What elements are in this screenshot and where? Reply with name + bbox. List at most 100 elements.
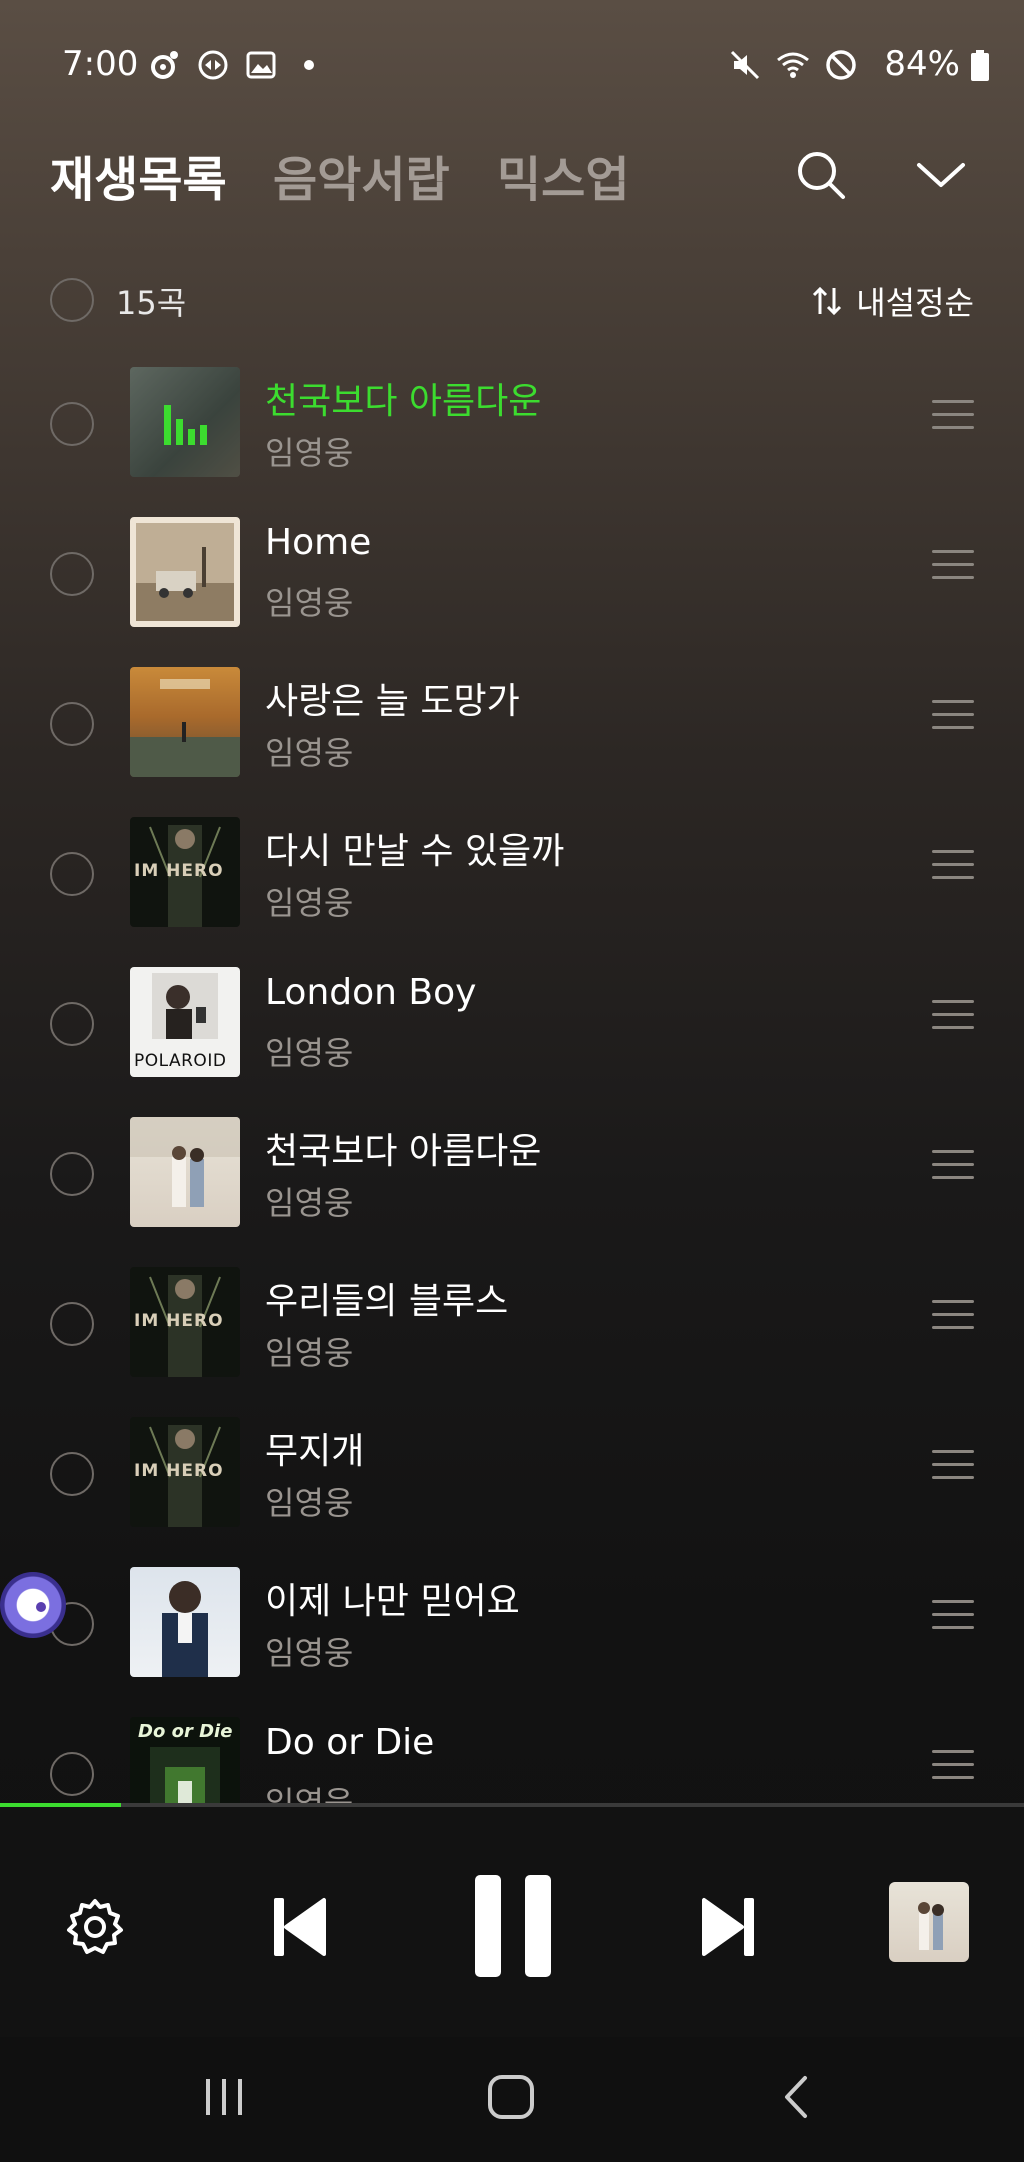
next-button[interactable] — [690, 1889, 766, 1965]
drag-handle-icon[interactable] — [932, 550, 974, 584]
track-title: 천국보다 아름다운 — [265, 381, 542, 422]
drag-handle-icon[interactable] — [932, 1750, 974, 1784]
track-checkbox[interactable] — [50, 702, 94, 746]
album-art-image — [130, 1117, 240, 1207]
track-artist: 임영웅 — [265, 1184, 354, 1222]
status-notification-icons — [148, 48, 326, 82]
equalizer-icon — [130, 367, 240, 477]
mini-album-art[interactable] — [889, 1882, 969, 1962]
track-checkbox[interactable] — [50, 1152, 94, 1196]
home-button[interactable] — [476, 2067, 546, 2127]
battery-icon — [971, 50, 989, 81]
sort-icon — [813, 286, 842, 316]
album-art: POLAROID — [130, 967, 240, 1077]
floating-assistant-icon[interactable] — [0, 1572, 66, 1638]
wifi-icon — [777, 52, 809, 78]
list-header: 15곡 내설정순 — [0, 270, 1024, 330]
track-title: 이제 나만 믿어요 — [265, 1581, 520, 1622]
track-row[interactable]: IM HERO 우리들의 블루스 임영웅 — [0, 1262, 1024, 1412]
track-checkbox[interactable] — [50, 1302, 94, 1346]
album-art-text: IM HERO — [134, 1461, 224, 1481]
track-row[interactable]: POLAROID London Boy 임영웅 — [0, 962, 1024, 1112]
album-art: IM HERO — [130, 817, 240, 927]
track-row[interactable]: 천국보다 아름다운 임영웅 — [0, 362, 1024, 512]
recents-button[interactable] — [189, 2067, 259, 2127]
album-art-text: Do or Die — [138, 1721, 233, 1742]
track-row[interactable]: Do or Die Do or Die 임영웅 — [0, 1712, 1024, 1804]
album-art — [130, 667, 240, 777]
battery-percent: 84% — [884, 44, 960, 84]
pause-button[interactable] — [468, 1871, 558, 1981]
track-row[interactable]: IM HERO 무지개 임영웅 — [0, 1412, 1024, 1562]
tab-music-drawer[interactable]: 음악서랍 — [273, 140, 450, 210]
settings-button[interactable] — [60, 1892, 130, 1962]
drag-handle-icon[interactable] — [932, 1000, 974, 1034]
drag-handle-icon[interactable] — [932, 1450, 974, 1484]
drag-handle-icon[interactable] — [932, 1300, 974, 1334]
drag-handle-icon[interactable] — [932, 700, 974, 734]
track-artist: 임영웅 — [265, 584, 354, 622]
track-title: 천국보다 아름다운 — [265, 1131, 542, 1172]
drag-handle-icon[interactable] — [932, 400, 974, 434]
track-row[interactable]: 사랑은 늘 도망가 임영웅 — [0, 662, 1024, 812]
track-checkbox[interactable] — [50, 402, 94, 446]
threads-icon — [151, 51, 178, 79]
drag-handle-icon[interactable] — [932, 850, 974, 884]
track-title: Do or Die — [265, 1722, 435, 1763]
album-art — [130, 367, 240, 477]
collapse-button[interactable] — [906, 140, 976, 210]
pause-icon — [475, 1875, 551, 1977]
track-checkbox[interactable] — [50, 852, 94, 896]
player-controls — [0, 1807, 1024, 2037]
track-checkbox[interactable] — [50, 1002, 94, 1046]
dot-icon — [304, 60, 314, 70]
track-row[interactable]: IM HERO 다시 만날 수 있을까 임영웅 — [0, 812, 1024, 962]
album-art — [130, 1117, 240, 1227]
back-button[interactable] — [762, 2067, 832, 2127]
track-artist: 임영웅 — [265, 1634, 354, 1672]
select-all-checkbox[interactable] — [50, 278, 94, 322]
tab-mixup[interactable]: 믹스업 — [497, 140, 629, 210]
track-artist: 임영웅 — [265, 1784, 354, 1804]
track-title: Home — [265, 522, 372, 563]
track-checkbox[interactable] — [50, 552, 94, 596]
track-checkbox[interactable] — [50, 1752, 94, 1796]
track-count: 15곡 — [116, 284, 187, 322]
album-art-image — [162, 1581, 208, 1677]
do-not-disturb-icon — [826, 50, 856, 80]
track-title: 무지개 — [265, 1431, 365, 1472]
track-checkbox[interactable] — [50, 1452, 94, 1496]
album-art-image — [136, 523, 234, 621]
home-icon — [488, 2075, 534, 2119]
album-art-text: IM HERO — [134, 861, 224, 881]
sort-button[interactable]: 내설정순 — [810, 278, 974, 324]
previous-button[interactable] — [262, 1889, 338, 1965]
album-art-text: POLAROID — [134, 1051, 227, 1071]
search-icon — [798, 152, 845, 199]
drag-handle-icon[interactable] — [932, 1600, 974, 1634]
track-title: London Boy — [265, 972, 477, 1013]
track-artist: 임영웅 — [265, 434, 354, 472]
status-system-icons — [728, 48, 858, 82]
album-art-image — [130, 679, 240, 777]
chevron-down-icon — [917, 163, 965, 187]
album-art: IM HERO — [130, 1267, 240, 1377]
album-art: IM HERO — [130, 1417, 240, 1527]
track-title: 다시 만날 수 있을까 — [265, 831, 565, 872]
sort-label: 내설정순 — [856, 284, 974, 322]
album-art — [130, 1567, 240, 1677]
track-row[interactable]: 이제 나만 믿어요 임영웅 — [0, 1562, 1024, 1712]
search-button[interactable] — [786, 140, 856, 210]
recents-icon — [206, 2079, 242, 2115]
track-list[interactable]: 천국보다 아름다운 임영웅 Home 임영웅 사랑은 늘 도망가 임영웅 IM … — [0, 362, 1024, 1804]
tab-playlist[interactable]: 재생목록 — [50, 140, 227, 210]
track-title: 우리들의 블루스 — [265, 1281, 509, 1322]
drag-handle-icon[interactable] — [932, 1150, 974, 1184]
back-icon — [785, 2076, 807, 2118]
album-art — [130, 517, 240, 627]
track-row[interactable]: 천국보다 아름다운 임영웅 — [0, 1112, 1024, 1262]
album-art-text: IM HERO — [134, 1311, 224, 1331]
track-row[interactable]: Home 임영웅 — [0, 512, 1024, 662]
gallery-icon — [246, 51, 276, 79]
album-art: Do or Die — [130, 1717, 240, 1804]
